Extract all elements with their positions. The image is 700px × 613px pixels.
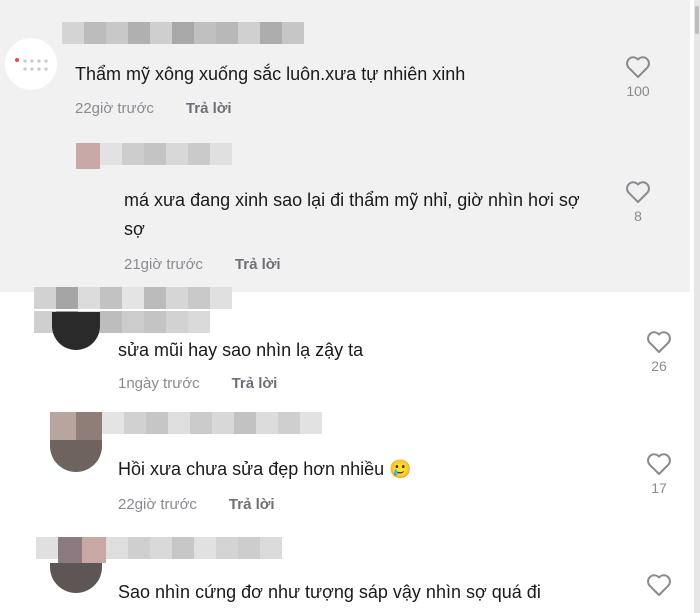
blurred-username (62, 22, 304, 44)
heart-outline-icon (626, 181, 650, 203)
like-count: 8 (634, 208, 642, 224)
reply-button[interactable]: Trả lời (229, 496, 275, 513)
like-button[interactable]: 26 (639, 330, 679, 374)
blurred-username (36, 537, 282, 563)
avatar[interactable] (52, 312, 100, 350)
comment-meta: 22giờ trước Trả lời (118, 496, 275, 513)
comment-meta: 1ngày trước Trả lời (118, 375, 277, 392)
blurred-username (50, 412, 322, 440)
heart-outline-icon (647, 574, 671, 596)
like-button[interactable]: 17 (639, 452, 679, 496)
avatar[interactable] (50, 440, 102, 472)
reply-button[interactable]: Trả lời (186, 100, 232, 117)
comment-text: Sao nhìn cứng đơ như tượng sáp vậy nhìn … (118, 582, 541, 602)
like-button[interactable] (639, 573, 679, 597)
scrollbar[interactable] (694, 0, 700, 613)
reply-button[interactable]: Trả lời (235, 256, 281, 273)
like-button[interactable]: 100 (618, 55, 658, 99)
like-button[interactable]: 8 (618, 180, 658, 224)
comment-text: sửa mũi hay sao nhìn lạ zậy ta (118, 340, 364, 360)
comment-timestamp: 22giờ trước (75, 100, 154, 117)
blurred-avatar-username (76, 143, 232, 169)
heart-outline-icon (626, 56, 650, 78)
reply-button[interactable]: Trả lời (232, 375, 278, 392)
comment-text: má xưa đang xinh sao lại đi thẩm mỹ nhỉ,… (124, 190, 580, 239)
avatar[interactable] (5, 38, 57, 90)
comment-meta: 21giờ trước Trả lời (124, 256, 281, 273)
heart-outline-icon (647, 331, 671, 353)
like-count: 17 (651, 480, 667, 496)
comment-timestamp: 1ngày trước (118, 375, 200, 392)
like-count: 100 (626, 83, 650, 99)
like-count: 26 (651, 358, 667, 374)
heart-outline-icon (647, 453, 671, 475)
scrollbar-thumb[interactable] (695, 6, 699, 34)
comment-text: Thẩm mỹ xông xuống sắc luôn.xưa tự nhiên… (75, 64, 466, 84)
comment-text: Hồi xưa chưa sửa đẹp hơn nhiều 🥲 (118, 459, 412, 479)
avatar[interactable] (50, 563, 102, 593)
comment-meta: 22giờ trước Trả lời (75, 100, 232, 117)
blurred-username (34, 287, 232, 309)
comment-timestamp: 21giờ trước (124, 256, 203, 273)
comment-timestamp: 22giờ trước (118, 496, 197, 513)
avatar-image (15, 58, 48, 71)
